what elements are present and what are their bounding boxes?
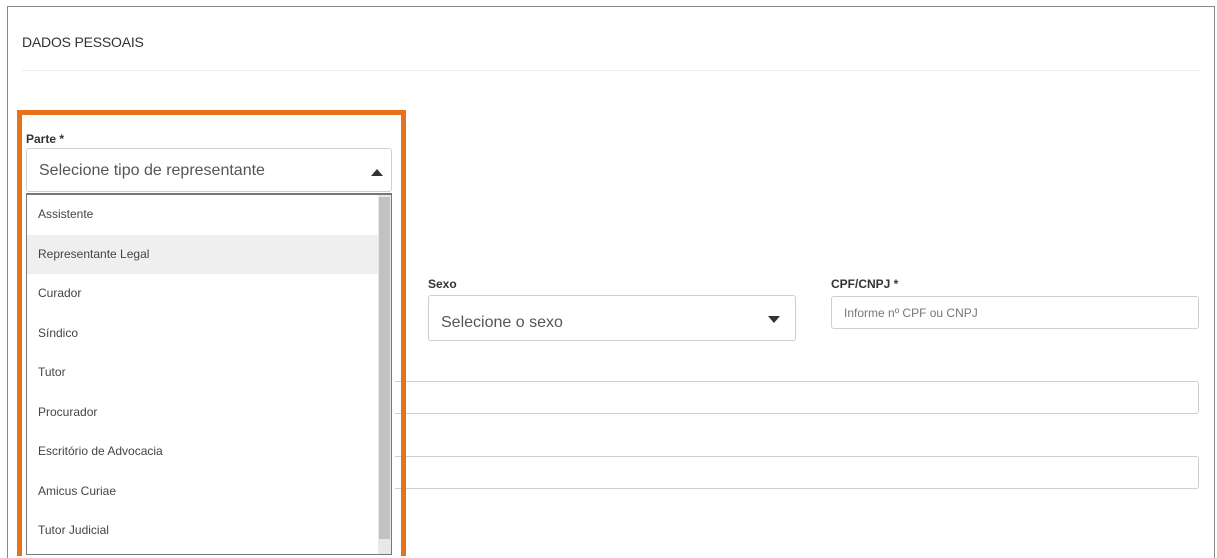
secondary-input[interactable] [395,456,1199,489]
dropdown-option-procurador[interactable]: Procurador [27,393,379,433]
sexo-label: Sexo [428,277,457,291]
cpf-text-field[interactable] [832,297,1198,328]
chevron-down-icon[interactable] [768,316,780,323]
dropdown-option-representante-legal[interactable]: Representante Legal [27,234,379,274]
dropdown-scrollbar-thumb[interactable] [379,197,390,539]
parte-selected-value: Selecione tipo de representante [39,162,265,179]
parte-dropdown-list[interactable]: Assistente Representante Legal Curador S… [26,193,392,555]
section-divider [22,70,1200,71]
dropdown-option-tutor-judicial[interactable]: Tutor Judicial [27,511,379,551]
dropdown-scrollbar[interactable] [378,195,391,554]
section-title: DADOS PESSOAIS [22,34,144,50]
parte-select[interactable]: Selecione tipo de representante [26,148,392,192]
cpf-input[interactable] [831,296,1199,329]
sexo-selected-value: Selecione o sexo [441,314,563,331]
cpf-label: CPF/CNPJ * [831,277,899,291]
dropdown-option-assistente[interactable]: Assistente [27,195,379,235]
sexo-select[interactable]: Selecione o sexo [428,295,796,341]
parte-label: Parte * [26,132,65,146]
dropdown-option-escritorio-de-advocacia[interactable]: Escritório de Advocacia [27,432,379,472]
dropdown-option-amicus-curiae[interactable]: Amicus Curiae [27,472,379,512]
dropdown-option-tutor[interactable]: Tutor [27,353,379,393]
dropdown-option-sindico[interactable]: Síndico [27,314,379,354]
dropdown-option-curador[interactable]: Curador [27,274,379,314]
name-input[interactable] [395,381,1199,414]
chevron-up-icon[interactable] [371,169,383,176]
